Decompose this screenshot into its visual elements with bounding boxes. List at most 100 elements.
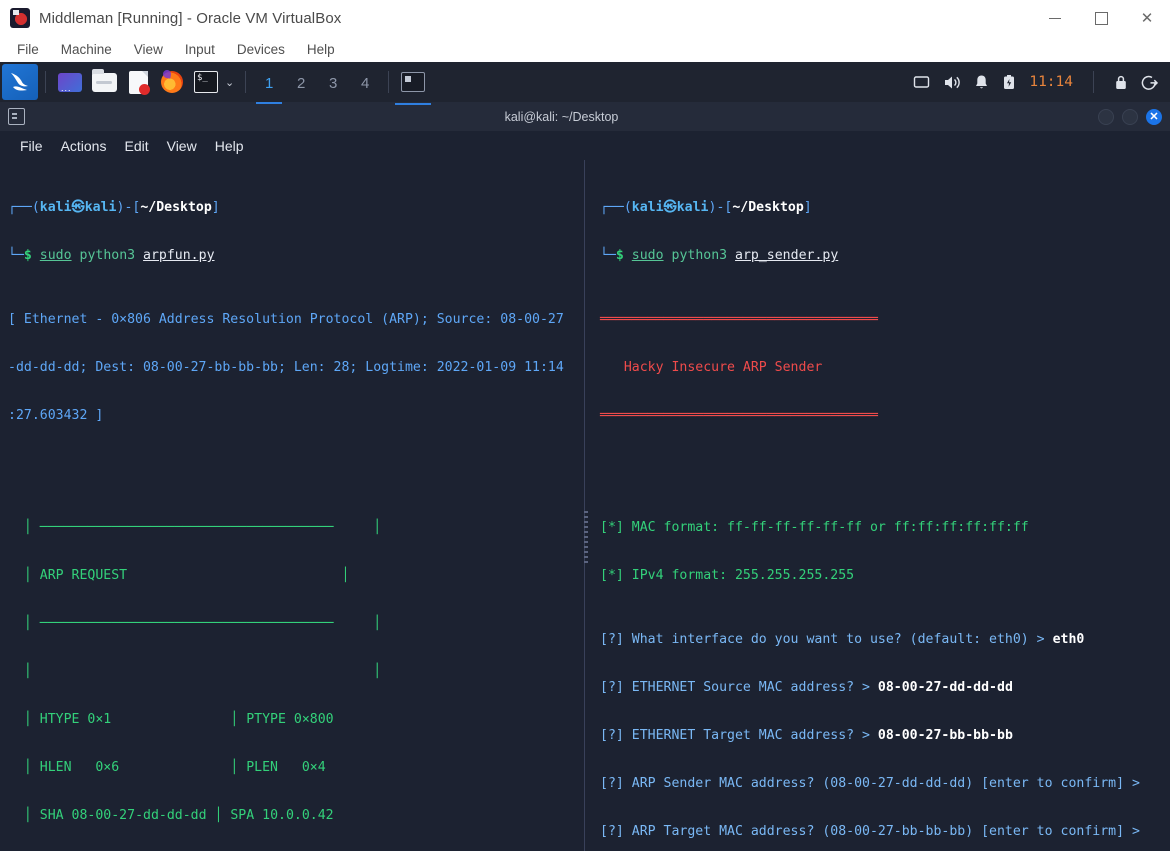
- prompt-tag: [?]: [600, 728, 624, 743]
- terminal-menubar: File Actions Edit View Help: [0, 131, 1170, 160]
- pane-splitter[interactable]: [578, 160, 592, 851]
- virtualbox-window-controls: ✕: [1032, 0, 1170, 36]
- terminal-icon: [8, 108, 25, 125]
- virtualbox-window-title: Middleman [Running] - Oracle VM VirtualB…: [39, 9, 342, 27]
- terminal-window-controls: ✕: [1098, 108, 1162, 125]
- prompt-host: kali: [84, 200, 117, 215]
- arp-row-val: 0×6: [87, 760, 120, 775]
- kali-panel: ⌄ 1 2 3 4 11:14: [0, 62, 1170, 105]
- arp-row-key: HTYPE: [39, 712, 80, 727]
- vbox-menu-machine[interactable]: Machine: [52, 39, 121, 60]
- terminal-pane-right[interactable]: ┌──(kali㉿kali)-[~/Desktop] └─$ sudo pyth…: [592, 160, 1170, 851]
- prompt-tag: [?]: [600, 632, 624, 647]
- chevron-down-icon[interactable]: ⌄: [225, 76, 234, 89]
- file-manager-icon[interactable]: [90, 68, 118, 96]
- terminal-menu-edit[interactable]: Edit: [116, 135, 156, 157]
- arp-table-request: │ ───────────────────────────────────── …: [8, 520, 382, 823]
- arp-row-key: PLEN: [246, 760, 286, 775]
- command-sudo: sudo: [631, 248, 664, 263]
- ethernet-header-line: -dd-dd-dd; Dest: 08-00-27-bb-bb-bb; Len:…: [8, 360, 564, 375]
- banner-rule-bottom: ═══════════════════════════════════: [600, 408, 878, 423]
- battery-icon[interactable]: [1002, 74, 1016, 91]
- ethernet-header-line: :27.603432 ]: [8, 408, 104, 423]
- terminal-menu-actions[interactable]: Actions: [53, 135, 115, 157]
- terminal-menu-file[interactable]: File: [12, 135, 51, 157]
- terminal-window-title: kali@kali: ~/Desktop: [504, 109, 619, 124]
- virtualbox-menubar: File Machine View Input Devices Help: [0, 36, 1170, 62]
- system-tray: 11:14: [913, 71, 1170, 93]
- terminal-menu-view[interactable]: View: [159, 135, 205, 157]
- vbox-minimize-button[interactable]: [1032, 0, 1078, 36]
- prompt-tag: [?]: [600, 680, 624, 695]
- virtualbox-titlebar: Middleman [Running] - Oracle VM VirtualB…: [0, 0, 1170, 36]
- vbox-menu-view[interactable]: View: [125, 39, 172, 60]
- splitter-grip[interactable]: [584, 510, 588, 563]
- command-script: arp_sender.py: [735, 248, 839, 263]
- arp-row-key: PTYPE: [246, 712, 286, 727]
- prompt-line: [?] ETHERNET Source MAC address? > 08-00…: [600, 680, 1160, 696]
- info-tag: [*]: [600, 520, 624, 535]
- vbox-menu-input[interactable]: Input: [176, 39, 224, 60]
- prompt-corner-bottom: └─: [600, 248, 616, 263]
- clock[interactable]: 11:14: [1029, 74, 1073, 90]
- terminal-minimize-button[interactable]: [1098, 108, 1114, 125]
- panel-divider: [245, 71, 247, 93]
- command-line: └─$ sudo python3 arp_sender.py: [600, 248, 1160, 264]
- vbox-menu-file[interactable]: File: [8, 39, 48, 60]
- command-script: arpfun.py: [143, 248, 215, 263]
- vbox-menu-devices[interactable]: Devices: [228, 39, 294, 60]
- vbox-menu-help[interactable]: Help: [298, 39, 344, 60]
- terminal-icon[interactable]: [192, 68, 220, 96]
- prompt-question: What interface do you want to use? (defa…: [623, 632, 1053, 647]
- info-text: IPv4 format: 255.255.255.255: [623, 568, 855, 583]
- prompt-at-symbol: ㉿: [71, 200, 85, 215]
- display-icon[interactable]: [913, 74, 930, 91]
- volume-icon[interactable]: [943, 74, 961, 91]
- prompt-dollar: $: [615, 248, 624, 263]
- prompt-line: [?] ARP Target MAC address? (08-00-27-bb…: [600, 824, 1160, 840]
- prompt-tag: [?]: [600, 824, 624, 839]
- prompt-path: ~/Desktop: [140, 200, 212, 215]
- terminal-menu-help[interactable]: Help: [207, 135, 252, 157]
- prompt-user: kali: [39, 200, 72, 215]
- terminal-body: ┌──(kali㉿kali)-[~/Desktop] └─$ sudo pyth…: [0, 160, 1170, 851]
- info-text: MAC format: ff-ff-ff-ff-ff-ff or ff:ff:f…: [623, 520, 1029, 535]
- lock-icon[interactable]: [1114, 74, 1128, 91]
- guest-screen: arp_sender.py __pycache__ ⌄ 1 2 3: [0, 62, 1170, 851]
- workspace-4[interactable]: 4: [349, 67, 381, 98]
- virtualbox-logo-icon: [10, 8, 30, 28]
- vbox-maximize-button[interactable]: [1078, 0, 1124, 36]
- terminal-close-button[interactable]: ✕: [1146, 108, 1162, 125]
- terminal-gradient-icon[interactable]: [56, 68, 84, 96]
- arp-table-title: ARP REQUEST: [39, 568, 128, 583]
- bell-icon[interactable]: [974, 74, 989, 91]
- taskbar-terminal-window-button[interactable]: [395, 68, 432, 105]
- panel-divider: [45, 71, 46, 93]
- arp-row-key: SHA: [39, 808, 64, 823]
- prompt-host: kali: [676, 200, 709, 215]
- kali-dragon-icon[interactable]: [2, 64, 38, 100]
- workspace-3[interactable]: 3: [317, 67, 349, 98]
- prompt-question: ARP Sender MAC address? (08-00-27-dd-dd-…: [623, 776, 1140, 791]
- workspace-1[interactable]: 1: [253, 67, 285, 104]
- arp-row-val: 0×800: [293, 712, 334, 727]
- workspace-2[interactable]: 2: [285, 67, 317, 98]
- text-editor-icon[interactable]: [124, 68, 152, 96]
- terminal-maximize-button[interactable]: [1122, 108, 1138, 125]
- arp-row-val: 08-00-27-dd-dd-dd: [71, 808, 207, 823]
- firefox-icon[interactable]: [158, 68, 186, 96]
- prompt-line: [?] What interface do you want to use? (…: [600, 632, 1160, 648]
- prompt-question: ETHERNET Source MAC address? >: [623, 680, 878, 695]
- prompt-question: ETHERNET Target MAC address? >: [623, 728, 878, 743]
- logout-icon[interactable]: [1141, 74, 1158, 91]
- terminal-pane-left[interactable]: ┌──(kali㉿kali)-[~/Desktop] └─$ sudo pyth…: [0, 160, 578, 851]
- arp-row-val: 10.0.0.42: [262, 808, 334, 823]
- prompt-user: kali: [631, 200, 664, 215]
- vbox-close-button[interactable]: ✕: [1124, 0, 1170, 36]
- prompt-answer: eth0: [1052, 632, 1085, 647]
- prompt-answer: 08-00-27-dd-dd-dd: [877, 680, 1013, 695]
- panel-divider: [388, 71, 390, 93]
- prompt-tag: [?]: [600, 776, 624, 791]
- prompt-line-top: ┌──(kali㉿kali)-[~/Desktop]: [8, 200, 220, 215]
- prompt-question: ARP Target MAC address? (08-00-27-bb-bb-…: [623, 824, 1140, 839]
